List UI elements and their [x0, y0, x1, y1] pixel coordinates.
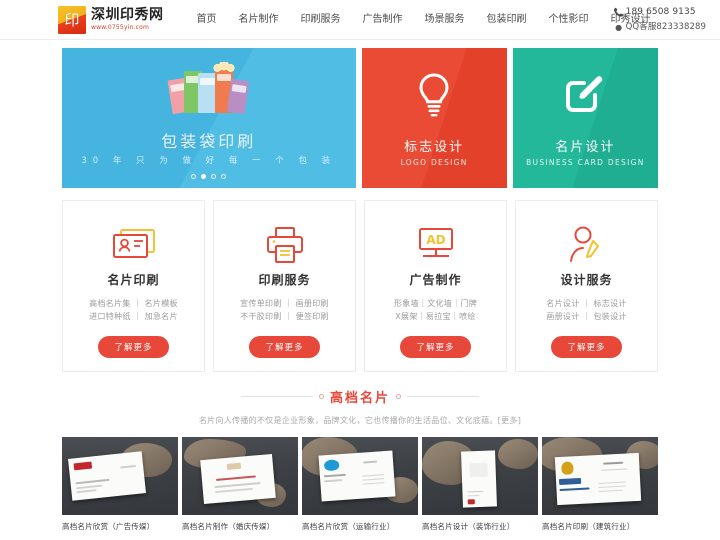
gallery-photo[interactable]	[422, 437, 538, 515]
ring-right-icon	[396, 394, 401, 399]
phone-icon: 📞	[613, 8, 624, 17]
card-gallery: 高档名片欣赏（广告传媒） 高档名片制作（婚庆传媒） 高档名片欣赏（运输行业） 高…	[62, 437, 658, 532]
gallery-caption: 高档名片欣赏（广告传媒）	[62, 522, 155, 531]
gallery-photo[interactable]	[302, 437, 418, 515]
service-card-design-service[interactable]: 设计服务 名片设计 ｜ 标志设计 画册设计 ｜ 包装设计 了解更多	[515, 200, 658, 372]
divider-right	[407, 396, 479, 397]
snack-bags-illustration	[62, 62, 356, 115]
learn-more-button[interactable]: 了解更多	[98, 336, 169, 358]
site-header: 印 深圳印秀网 www.0755yin.com 首页 名片制作 印刷服务 广告制…	[0, 0, 720, 40]
nav-scene-service[interactable]: 场景服务	[414, 0, 476, 40]
service-card-printing-service[interactable]: 印刷服务 宣传单印刷 ｜ 画册印刷 不干胶印刷 ｜ 便签印刷 了解更多	[213, 200, 356, 372]
gallery-item[interactable]: 高档名片制作（婚庆传媒）	[182, 437, 298, 532]
banner-row: 包装袋印刷 30 年 只 为 做 好 每 一 个 包 装 标志设计 LOGO D…	[62, 48, 658, 188]
nav-printing-service[interactable]: 印刷服务	[290, 0, 352, 40]
service-card-title: 设计服务	[560, 273, 613, 287]
divider-left	[240, 396, 313, 397]
service-card-business-card-printing[interactable]: 名片印刷 高档名片集 ｜ 名片模板 进口特种纸 ｜ 加急名片 了解更多	[62, 200, 205, 372]
promo-logo-design[interactable]: 标志设计 LOGO DESIGN	[361, 48, 507, 188]
carousel-dot-2[interactable]	[201, 174, 207, 179]
edit-pencil-icon	[513, 72, 658, 118]
logo-glyph: 印	[64, 10, 80, 29]
snack-bag-5-icon	[227, 78, 250, 115]
promo-card-subtitle: BUSINESS CARD DESIGN	[526, 158, 645, 167]
service-card-links: 宣传单印刷 ｜ 画册印刷 不干胶印刷 ｜ 便签印刷	[240, 297, 329, 323]
site-logo[interactable]: 印 深圳印秀网 www.0755yin.com	[58, 5, 164, 34]
gallery-caption: 高档名片设计（装饰行业）	[422, 522, 515, 531]
service-card-link-line-1[interactable]: 形象墙｜文化墙｜门牌	[394, 297, 477, 310]
gallery-item[interactable]: 高档名片欣赏（广告传媒）	[62, 437, 178, 532]
printer-icon	[264, 223, 306, 267]
logo-text: 深圳印秀网 www.0755yin.com	[91, 6, 164, 32]
contact-phone-text: 189 6508 9135	[625, 7, 696, 17]
gallery-photo[interactable]	[62, 437, 178, 515]
carousel-dots	[62, 174, 356, 179]
service-card-title: 印刷服务	[258, 273, 311, 287]
promo-card-title: 名片设计	[555, 140, 616, 155]
svg-text:AD: AD	[426, 233, 445, 247]
contact-phone[interactable]: 📞 189 6508 9135	[614, 5, 706, 20]
gallery-caption: 高档名片制作（婚庆传媒）	[182, 522, 275, 531]
carousel-dot-3[interactable]	[211, 174, 217, 179]
contact-info: 📞 189 6508 9135 ● QQ客服823338289	[614, 5, 706, 35]
service-card-link-line-2[interactable]: X展架｜易拉宝｜喷绘	[394, 310, 477, 323]
gallery-caption: 高档名片欣赏（运输行业）	[302, 522, 395, 531]
carousel-dot-4[interactable]	[221, 174, 227, 179]
service-card-links: 形象墙｜文化墙｜门牌 X展架｜易拉宝｜喷绘	[394, 297, 477, 323]
nav-business-card[interactable]: 名片制作	[228, 0, 290, 40]
gallery-item[interactable]: 高档名片印刷（建筑行业）	[542, 437, 658, 532]
lightbulb-icon	[362, 72, 507, 118]
service-card-link-line-2[interactable]: 进口特种纸 ｜ 加急名片	[89, 310, 178, 323]
ad-board-icon: AD	[414, 223, 458, 267]
gallery-photo[interactable]	[542, 437, 658, 515]
qq-icon: ●	[615, 23, 623, 32]
promo-logo-subtitle: LOGO DESIGN	[400, 158, 468, 167]
ring-left-icon	[318, 394, 324, 399]
service-card-link-line-2[interactable]: 不干胶印刷 ｜ 便签印刷	[240, 310, 329, 323]
hero-subtitle: 30 年 只 为 做 好 每 一 个 包 装	[81, 156, 337, 166]
contact-qq-text: QQ客服823338289	[625, 22, 706, 32]
hero-carousel[interactable]: 包装袋印刷 30 年 只 为 做 好 每 一 个 包 装	[62, 48, 356, 188]
contact-qq[interactable]: ● QQ客服823338289	[614, 20, 706, 35]
service-card-link-line-2[interactable]: 画册设计 ｜ 包装设计	[546, 310, 626, 323]
logo-url: www.0755yin.com	[91, 23, 150, 31]
service-card-links: 名片设计 ｜ 标志设计 画册设计 ｜ 包装设计	[546, 297, 626, 323]
service-card-title: 名片印刷	[107, 273, 160, 287]
carousel-dot-1[interactable]	[191, 174, 197, 179]
gallery-item[interactable]: 高档名片欣赏（运输行业）	[302, 437, 418, 532]
gallery-item[interactable]: 高档名片设计（装饰行业）	[422, 437, 538, 532]
service-card-link-line-1[interactable]: 名片设计 ｜ 标志设计	[546, 297, 626, 310]
learn-more-button[interactable]: 了解更多	[400, 336, 471, 358]
nav-advertising[interactable]: 广告制作	[352, 0, 414, 40]
id-card-icon	[111, 223, 157, 267]
service-card-link-line-1[interactable]: 高档名片集 ｜ 名片模板	[89, 297, 178, 310]
person-pencil-icon	[566, 223, 608, 267]
service-card-link-line-1[interactable]: 宣传单印刷 ｜ 画册印刷	[240, 297, 329, 310]
popcorn-icon	[213, 62, 236, 72]
logo-mark-icon: 印	[58, 5, 86, 34]
section-title: 高档名片	[329, 391, 390, 406]
nav-home[interactable]: 首页	[186, 0, 228, 40]
service-card-links: 高档名片集 ｜ 名片模板 进口特种纸 ｜ 加急名片	[89, 297, 178, 323]
service-card-title: 广告制作	[409, 273, 462, 287]
nav-package-printing[interactable]: 包装印刷	[476, 0, 538, 40]
main-navigation: 首页 名片制作 印刷服务 广告制作 场景服务 包装印刷 个性影印 印秀设计	[186, 0, 662, 40]
service-cards: 名片印刷 高档名片集 ｜ 名片模板 进口特种纸 ｜ 加急名片 了解更多 印刷服务…	[62, 200, 658, 372]
promo-logo-title: 标志设计	[404, 140, 465, 155]
gallery-caption: 高档名片印刷（建筑行业）	[542, 522, 635, 531]
logo-title: 深圳印秀网	[91, 6, 164, 23]
premium-cards-section: 高档名片 名片向人传播的不仅是企业形象，品牌文化，它也传播你的生活品位、文化底蕴…	[0, 387, 720, 426]
promo-card-design[interactable]: 名片设计 BUSINESS CARD DESIGN	[512, 48, 658, 188]
learn-more-button[interactable]: 了解更多	[249, 336, 320, 358]
hero-title: 包装袋印刷	[161, 132, 257, 151]
nav-personal-copy[interactable]: 个性影印	[538, 0, 600, 40]
section-heading: 高档名片	[0, 387, 720, 406]
service-card-advertising[interactable]: AD 广告制作 形象墙｜文化墙｜门牌 X展架｜易拉宝｜喷绘 了解更多	[364, 200, 507, 372]
gallery-photo[interactable]	[182, 437, 298, 515]
section-subtitle: 名片向人传播的不仅是企业形象，品牌文化，它也传播你的生活品位、文化底蕴。[更多]	[198, 416, 522, 425]
learn-more-button[interactable]: 了解更多	[551, 336, 622, 358]
